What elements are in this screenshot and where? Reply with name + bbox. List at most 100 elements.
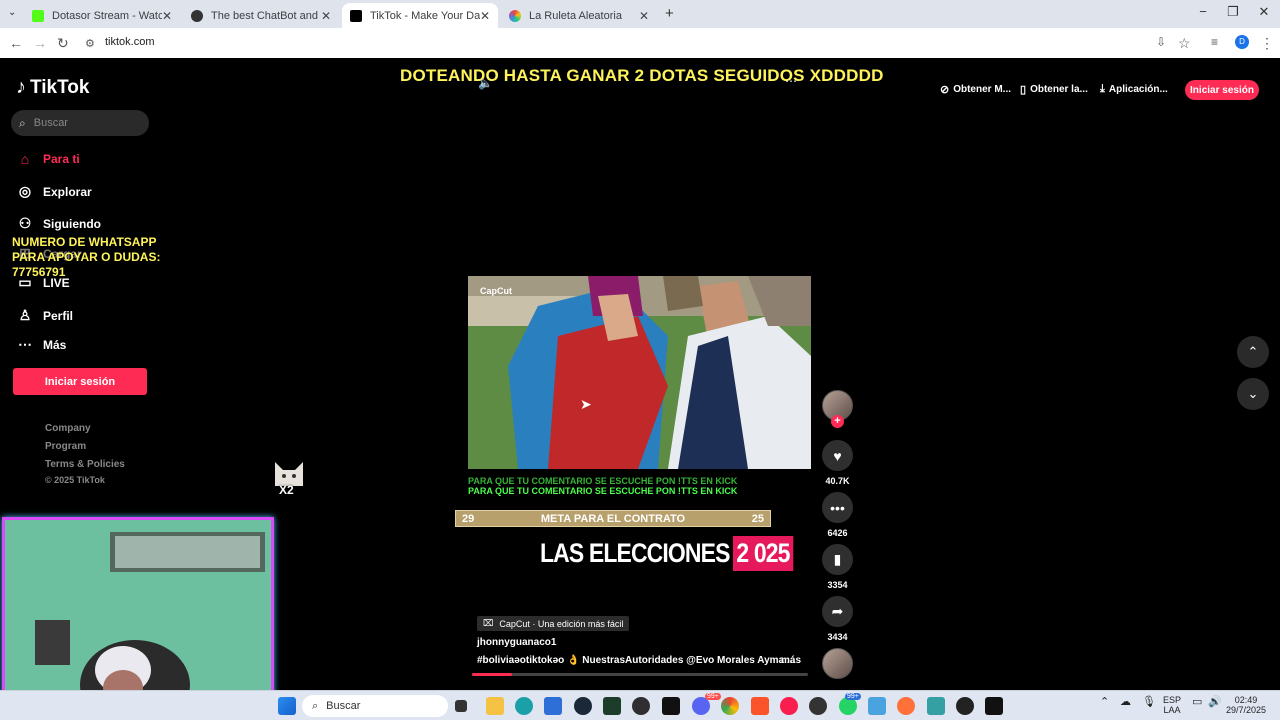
onedrive-icon[interactable]: ☁: [1120, 697, 1131, 708]
bg-app-icon[interactable]: [603, 697, 621, 715]
footer-terms[interactable]: Terms & Policies: [45, 459, 125, 470]
microphone-icon[interactable]: 🎙: [1142, 697, 1156, 708]
edge-icon[interactable]: [515, 697, 533, 715]
back-icon[interactable]: ←: [9, 35, 23, 51]
notepad-icon[interactable]: [927, 697, 945, 715]
search-input[interactable]: ⌕ Buscar: [11, 110, 149, 136]
video-caption: #boliviaəotiktokəo 👌 NuestrasAutoridades…: [477, 655, 796, 666]
firefox-icon[interactable]: [897, 697, 915, 715]
menu-dots-icon[interactable]: ⋮: [1260, 35, 1274, 52]
phone-icon: ▯: [1020, 84, 1027, 96]
url-text[interactable]: tiktok.com: [105, 36, 155, 48]
tab-tiktok[interactable]: TikTok - Make Your Day ✕: [342, 3, 498, 28]
lang-primary: ESP: [1163, 695, 1182, 705]
like-button[interactable]: ♥: [822, 440, 853, 471]
goal-right-count: 25: [751, 512, 764, 525]
app-icon[interactable]: [809, 697, 827, 715]
install-app-icon[interactable]: ⇩: [1156, 35, 1166, 49]
profile-avatar[interactable]: D: [1235, 35, 1249, 49]
new-tab-icon[interactable]: +: [665, 5, 674, 22]
pc-app-label: Aplicación...: [1108, 84, 1168, 95]
video-progress-bar[interactable]: [472, 673, 808, 676]
video-player[interactable]: CapCut ➤: [468, 276, 811, 469]
volume-tray-icon[interactable]: 🔊: [1208, 697, 1222, 708]
clock-time: 02:49: [1234, 695, 1258, 705]
notification-badge: 99+: [845, 693, 861, 700]
comment-icon: •••: [830, 499, 845, 516]
close-tab-icon[interactable]: ✕: [162, 9, 172, 23]
sidebar-item-perfil[interactable]: ♙ Perfil: [16, 307, 73, 324]
reload-icon[interactable]: ↻: [57, 35, 69, 52]
previous-video-button[interactable]: ⌃: [1237, 336, 1269, 368]
tab-dotasor[interactable]: Dotasor Stream - Watch Live o ✕: [24, 3, 180, 28]
tiktok-app-icon[interactable]: [662, 697, 680, 715]
close-window-icon[interactable]: ✕: [1249, 4, 1279, 20]
video-menu-dots-icon[interactable]: ⋯: [785, 74, 797, 88]
capcut-label: CapCut · Una edición más fácil: [499, 618, 624, 629]
site-info-icon[interactable]: ⚙: [85, 37, 95, 50]
search-icon: ⌕: [312, 699, 319, 712]
display-icon[interactable]: ▭: [1192, 697, 1202, 708]
search-icon: ⌕: [19, 115, 26, 130]
get-coins-label: Obtener M...: [953, 84, 1012, 95]
store-icon[interactable]: [544, 697, 562, 715]
forward-icon[interactable]: →: [33, 35, 47, 51]
tab-chatbot[interactable]: The best ChatBot and Widgets ✕: [183, 3, 339, 28]
more-link[interactable]: más: [781, 655, 801, 666]
ruleta-favicon-icon: [509, 9, 521, 22]
file-explorer-icon[interactable]: [486, 697, 504, 715]
taskbar-search[interactable]: ⌕ Buscar: [302, 695, 448, 717]
share-button[interactable]: ➦: [822, 596, 853, 627]
bookmark-star-icon[interactable]: ☆: [1178, 35, 1191, 52]
reading-list-icon[interactable]: ≡: [1211, 35, 1218, 49]
sound-avatar[interactable]: [822, 648, 853, 679]
footer-program[interactable]: Program: [45, 441, 86, 452]
sidebar-item-siguiendo[interactable]: ⚇ Siguiendo: [16, 215, 101, 232]
minimize-icon[interactable]: −: [1188, 4, 1218, 19]
svg-text:CapCut: CapCut: [480, 286, 512, 296]
restore-icon[interactable]: ❐: [1218, 4, 1248, 20]
footer-company[interactable]: Company: [45, 423, 91, 434]
tab-title: TikTok - Make Your Day: [370, 9, 480, 22]
follow-plus-icon[interactable]: +: [831, 415, 844, 428]
media-player-icon[interactable]: [956, 697, 974, 715]
tiktok-logo[interactable]: ♪ TikTok: [16, 76, 89, 99]
tts-line-2: PARA QUE TU COMENTARIO SE ESCUCHE PON !T…: [468, 486, 738, 496]
tray-expand-icon[interactable]: ⌃: [1100, 697, 1109, 708]
close-tab-icon[interactable]: ✕: [480, 9, 490, 23]
capcut-badge[interactable]: ⌧ CapCut · Una edición más fácil: [477, 616, 630, 631]
comment-button[interactable]: •••: [822, 492, 853, 523]
windows-start-icon[interactable]: [278, 697, 296, 715]
brave-icon[interactable]: [751, 697, 769, 715]
get-coins-button[interactable]: ⊘ Obtener M...: [940, 83, 1011, 96]
task-view-icon[interactable]: [455, 700, 467, 712]
close-tab-icon[interactable]: ✕: [639, 9, 649, 23]
clock[interactable]: 02:49 29/7/2025: [1225, 695, 1267, 715]
tab-list-dropdown-icon[interactable]: ⌄: [8, 7, 16, 18]
sidebar-item-para-ti[interactable]: ⌂ Para ti: [16, 151, 80, 167]
opera-gx-icon[interactable]: [780, 697, 798, 715]
volume-icon[interactable]: 🔈: [478, 76, 493, 90]
top-login-button[interactable]: Iniciar sesión: [1185, 80, 1259, 100]
chrome-icon[interactable]: [721, 697, 739, 715]
tab-ruleta[interactable]: La Ruleta Aleatoria ✕: [501, 3, 657, 28]
language-indicator[interactable]: ESP LAA: [1163, 695, 1181, 715]
search-placeholder: Buscar: [33, 117, 68, 129]
sidebar-login-button[interactable]: Iniciar sesión: [13, 368, 147, 395]
get-app-button[interactable]: ▯ Obtener la...: [1020, 83, 1088, 96]
next-video-button[interactable]: ⌄: [1237, 378, 1269, 410]
sidebar-item-mas[interactable]: ⋯ Más: [16, 336, 66, 353]
obs-icon[interactable]: [632, 697, 650, 715]
terminal-icon[interactable]: [985, 697, 1003, 715]
download-icon: ⤓: [1100, 83, 1105, 95]
app2-icon[interactable]: [868, 697, 886, 715]
close-tab-icon[interactable]: ✕: [321, 9, 331, 23]
sidebar-item-explorar[interactable]: ◎ Explorar: [16, 183, 92, 200]
video-author[interactable]: jhonnyguanaco1: [477, 637, 556, 648]
save-button[interactable]: ▮: [822, 544, 853, 575]
pc-app-button[interactable]: ⤓ Aplicación...: [1100, 83, 1168, 96]
browser-tab-bar: ⌄ Dotasor Stream - Watch Live o ✕ The be…: [0, 0, 1280, 28]
kick-favicon-icon: [32, 9, 44, 22]
steam-icon[interactable]: [574, 697, 592, 715]
tiktok-note-icon: ♪: [16, 76, 26, 98]
